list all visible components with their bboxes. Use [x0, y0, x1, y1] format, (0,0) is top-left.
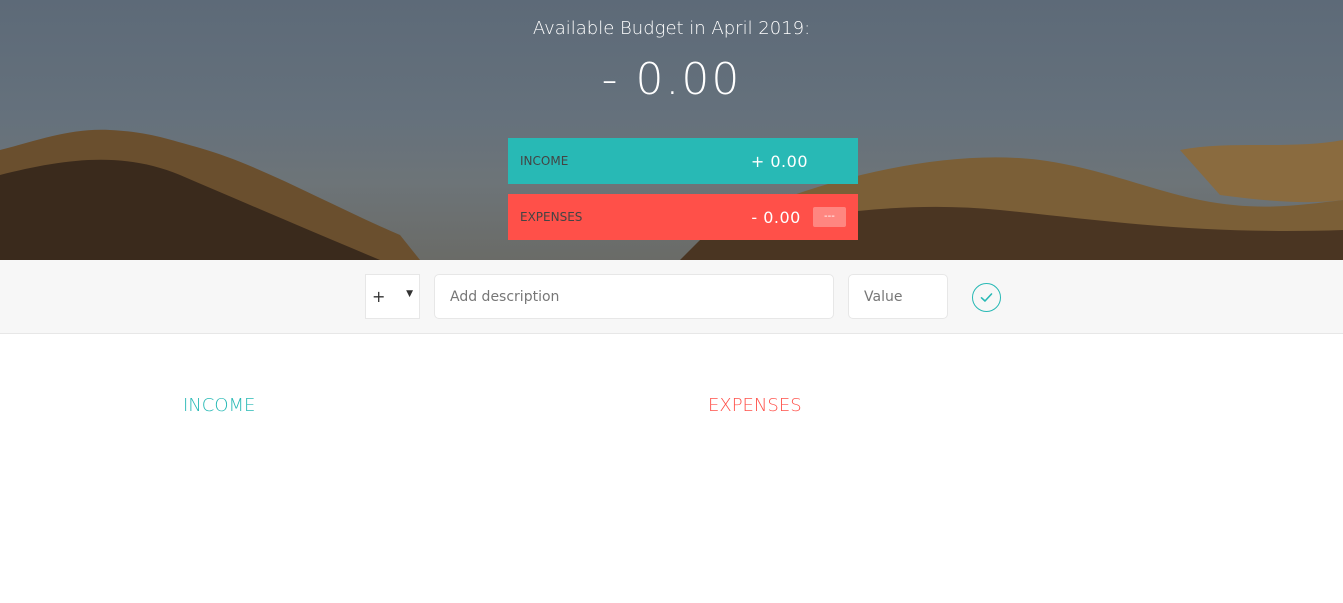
add-type-value: +: [372, 287, 386, 306]
checkmark-icon: [980, 293, 993, 302]
expenses-summary: Expenses - 0.00 ---: [508, 194, 858, 240]
add-type-select[interactable]: + ▼: [365, 274, 420, 319]
expenses-summary-value: - 0.00: [751, 207, 801, 227]
add-description-input[interactable]: [434, 274, 834, 319]
add-item-bar: + ▼: [0, 260, 1343, 334]
income-list-title: Income: [183, 395, 256, 416]
income-summary: Income + 0.00: [508, 138, 858, 184]
top-banner: Available Budget in April 2019: - 0.00 I…: [0, 0, 1343, 260]
add-value-input[interactable]: [848, 274, 948, 319]
income-summary-label: Income: [520, 154, 569, 168]
income-summary-value: + 0.00: [750, 151, 808, 171]
budget-value: - 0.00: [601, 54, 742, 105]
expenses-percentage-badge: ---: [812, 207, 846, 227]
expenses-summary-label: Expenses: [520, 210, 583, 224]
chevron-down-icon: ▼: [406, 289, 413, 299]
expenses-list-title: Expenses: [708, 395, 802, 416]
budget-title: Available Budget in April 2019:: [532, 18, 811, 39]
add-submit-button[interactable]: [972, 283, 1001, 312]
